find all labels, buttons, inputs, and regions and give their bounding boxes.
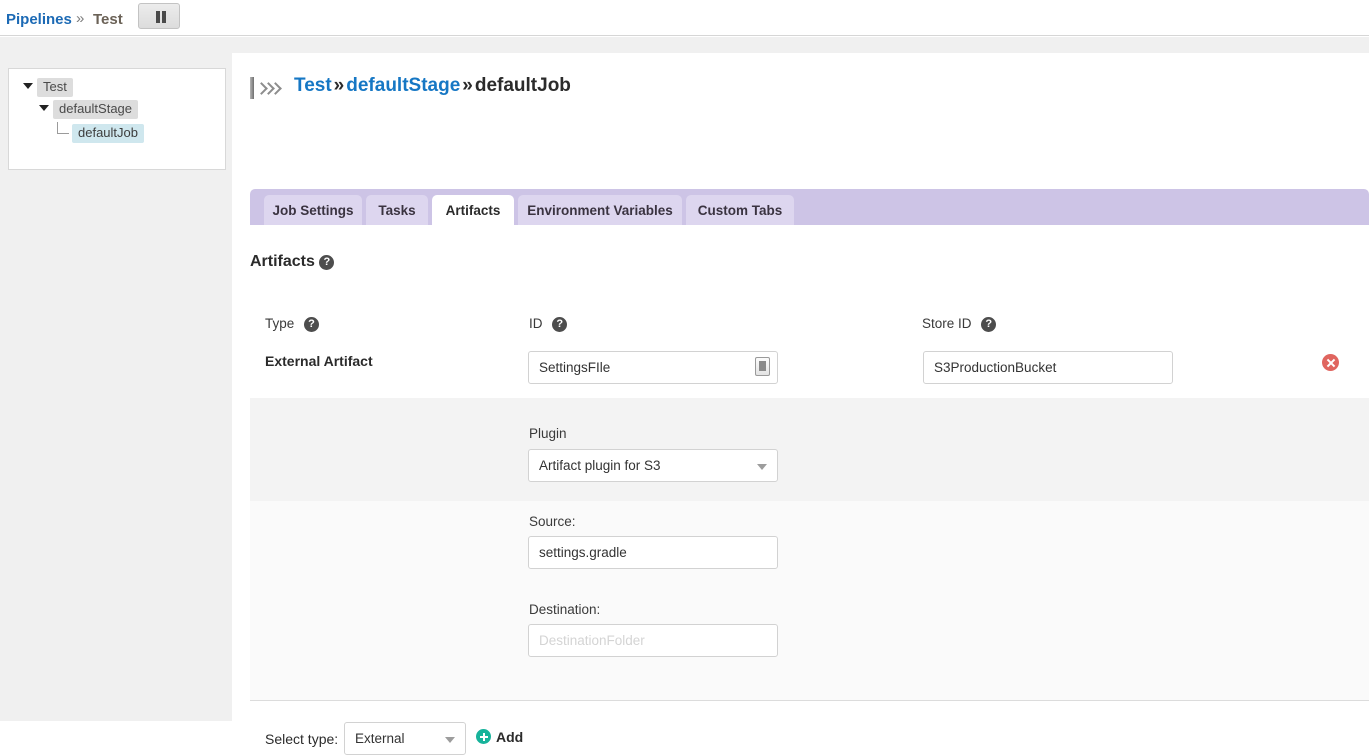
chevron-bar [250,77,254,99]
column-header-store-id-text: Store ID [922,316,972,331]
column-header-id: ID ? [529,316,568,332]
help-icon[interactable]: ? [319,255,335,270]
artifact-config-panel [250,501,1369,701]
tab-tasks[interactable]: Tasks [366,195,428,225]
section-title: Artifacts ? [250,253,335,271]
add-artifact-button[interactable]: Add [476,729,523,747]
source-input[interactable] [528,536,778,569]
help-icon[interactable]: ? [552,317,568,332]
double-chevron-right-icon [250,77,284,99]
tab-environment-variables[interactable]: Environment Variables [518,195,682,225]
chevron-down-icon[interactable] [39,105,49,111]
tree-node-label[interactable]: defaultStage [53,100,139,119]
column-header-type: Type ? [265,316,320,332]
destination-input[interactable] [528,624,778,657]
plugin-select-value: Artifact plugin for S3 [539,458,661,473]
top-breadcrumb-bar: Pipelines » Test [0,0,1369,36]
pause-bar-right [162,11,166,23]
plugin-label: Plugin [529,426,567,441]
section-title-text: Artifacts [250,253,315,270]
breadcrumb-sep-2: » [462,75,473,96]
help-icon[interactable]: ? [981,317,997,332]
tab-strip: Job Settings Tasks Artifacts Environment… [250,189,1369,225]
select-type-dropdown[interactable]: External [344,722,466,755]
destination-label: Destination: [529,602,601,617]
breadcrumb-stage-link[interactable]: defaultStage [346,75,460,96]
tree-node-test[interactable]: Test [23,78,73,97]
tab-artifacts[interactable]: Artifacts [432,195,514,225]
breadcrumb-sep-1: » [333,75,345,96]
chevron-down-icon[interactable] [23,83,33,89]
breadcrumb-separator: » [76,10,85,27]
select-type-label: Select type: [265,731,339,747]
select-type-value: External [355,731,405,746]
help-icon[interactable]: ? [304,317,320,332]
tree-node-label[interactable]: Test [37,78,73,97]
tab-job-settings[interactable]: Job Settings [264,195,362,225]
job-breadcrumb-text: Test» defaultStage» defaultJob [294,75,571,97]
pause-icon[interactable] [138,3,180,29]
tree-node-defaultjob[interactable]: defaultJob [57,122,144,143]
add-button-label: Add [496,729,524,745]
pause-bar-left [156,11,160,23]
plugin-panel [250,398,1369,501]
tab-custom-tabs[interactable]: Custom Tabs [686,195,794,225]
column-header-type-text: Type [265,316,295,331]
breadcrumb-pipeline-link[interactable]: Test [294,75,332,96]
tree-node-label[interactable]: defaultJob [72,124,144,143]
breadcrumb-link-pipelines[interactable]: Pipelines [6,11,72,28]
plus-circle-icon [476,729,491,744]
tree-node-defaultstage[interactable]: defaultStage [39,100,139,119]
artifact-type-value: External Artifact [265,353,373,369]
chevron-3 [271,82,278,94]
plugin-select[interactable]: Artifact plugin for S3 [528,449,778,482]
delete-artifact-button[interactable] [1322,354,1339,371]
chevron-down-icon [445,737,455,743]
column-header-store-id: Store ID ? [922,316,997,332]
breadcrumb-job-current: defaultJob [474,75,571,96]
source-label: Source: [529,514,576,529]
main-content-card: Test» defaultStage» defaultJob Job Setting… [232,53,1369,755]
tree-branch-icon [57,122,69,134]
artifact-store-id-input[interactable] [923,351,1173,384]
clipboard-icon[interactable] [755,357,770,376]
column-header-id-text: ID [529,316,543,331]
breadcrumb-current-pipeline: Test [93,11,123,28]
artifact-id-input[interactable] [528,351,778,384]
pipeline-tree-panel: Test defaultStage defaultJob [8,68,226,170]
chevron-down-icon [757,464,767,470]
